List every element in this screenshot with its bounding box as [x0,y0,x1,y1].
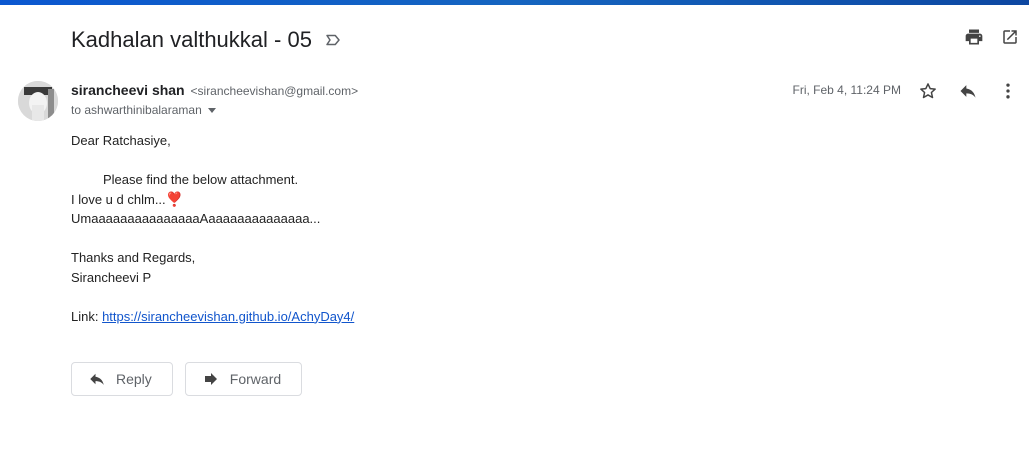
reply-actions: Reply Forward [71,362,303,396]
link-label: Link: [71,308,103,324]
chevron-down-icon[interactable] [207,107,216,113]
message-date: Fri, Feb 4, 11:24 PM [792,83,902,97]
sender-line: sirancheevi shan <sirancheevishan@gmail.… [71,82,358,98]
label-icon[interactable] [324,31,342,49]
reply-icon [90,373,104,385]
star-icon[interactable] [917,80,939,102]
top-actions [963,26,1021,48]
forward-button[interactable]: Forward [184,362,303,396]
signature: Sirancheevi P [71,269,152,285]
greeting: Dear Ratchasiye, [71,133,171,148]
body-line-love: I love u d chlm...❣️ [71,190,354,210]
body-line-love-text: I love u d chlm... [71,191,166,207]
more-vert-icon[interactable] [997,80,1019,102]
open-in-new-window-icon[interactable] [999,26,1021,48]
recipient-text: to ashwarthinibalaraman [71,103,202,117]
heart-emoji: ❣️ [165,190,184,207]
sender-name[interactable]: sirancheevi shan [71,82,185,98]
print-icon[interactable] [963,26,985,48]
recipient-line[interactable]: to ashwarthinibalaraman [71,103,216,117]
avatar[interactable] [18,81,58,121]
sender-email: <sirancheevishan@gmail.com> [190,84,359,98]
top-accent-bar [0,0,1029,5]
forward-icon [204,373,217,385]
reply-icon[interactable] [957,80,979,102]
subject-row: Kadhalan valthukkal - 05 [71,24,342,56]
body-line-umma: UmaaaaaaaaaaaaaaaAaaaaaaaaaaaaaa... [71,211,321,226]
body-line-attachment: Please find the below attachment. [103,172,299,187]
reply-label: Reply [116,371,152,387]
attachment-link[interactable]: https://sirancheevishan.github.io/AchyDa… [102,309,354,324]
link-line: Link: https://sirancheevishan.github.io/… [71,307,354,327]
email-subject: Kadhalan valthukkal - 05 [71,27,312,52]
reply-button[interactable]: Reply [71,362,173,396]
message-actions [917,80,1019,102]
closing: Thanks and Regards, [71,250,196,265]
message-body: Dear Ratchasiye, Please find the below a… [71,131,354,326]
forward-label: Forward [229,371,282,387]
